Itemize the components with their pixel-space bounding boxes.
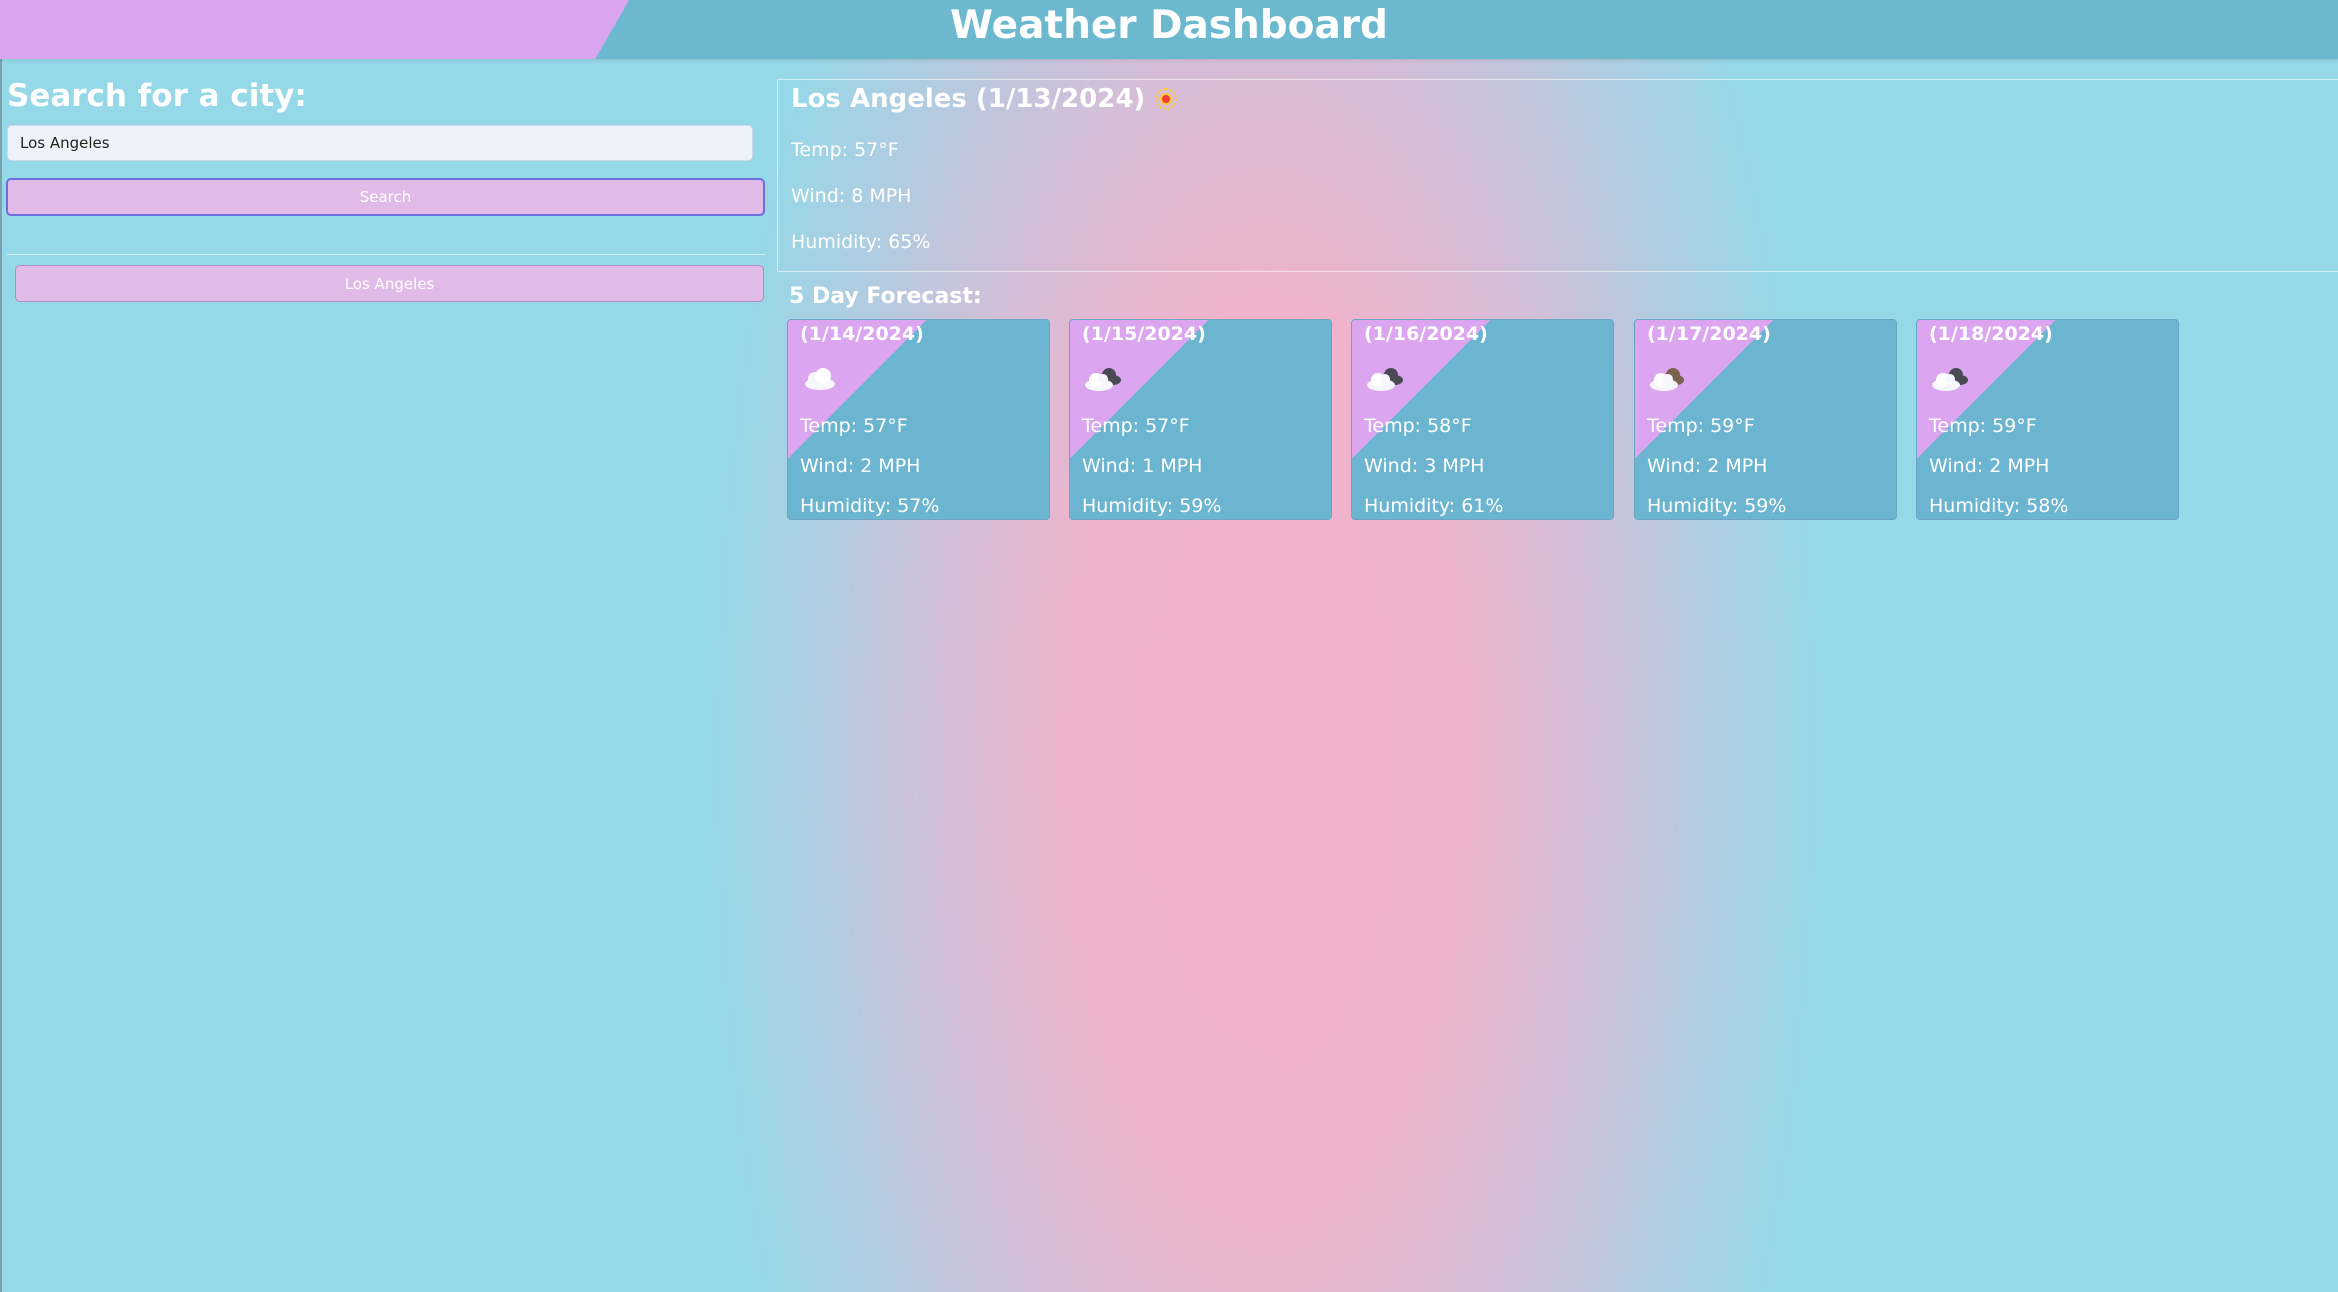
forecast-wind: Wind: 2 MPH: [800, 455, 921, 477]
current-weather-panel: Los Angeles (1/13/2024) Temp: 57°F Wind:…: [777, 79, 2338, 272]
forecast-date: (1/17/2024): [1647, 323, 1771, 345]
forecast-temp: Temp: 57°F: [1082, 415, 1190, 437]
app-header: Weather Dashboard: [0, 0, 2338, 59]
forecast-card: (1/14/2024) Temp: 57°F Wind: 2 MPH Humid…: [787, 319, 1050, 520]
forecast-card: (1/15/2024) Temp: 57°F Wind: 1 MPH Humid…: [1069, 319, 1332, 520]
forecast-humidity: Humidity: 58%: [1929, 495, 2069, 517]
forecast-date: (1/14/2024): [800, 323, 924, 345]
current-city-date: Los Angeles (1/13/2024): [791, 84, 1146, 114]
forecast-wind: Wind: 1 MPH: [1082, 455, 1203, 477]
current-wind: Wind: 8 MPH: [791, 185, 912, 207]
history-button-los-angeles[interactable]: Los Angeles: [15, 265, 764, 302]
forecast-card: (1/16/2024) Temp: 58°F Wind: 3 MPH Humid…: [1351, 319, 1614, 520]
dark-clouds-icon: [1367, 368, 1403, 391]
forecast-temp: Temp: 59°F: [1929, 415, 2037, 437]
forecast-humidity: Humidity: 61%: [1364, 495, 1504, 517]
forecast-temp: Temp: 57°F: [800, 415, 908, 437]
brown-clouds-icon: [1650, 368, 1684, 391]
forecast-temp: Temp: 58°F: [1364, 415, 1472, 437]
cloud-icon: [805, 368, 835, 390]
forecast-card: (1/18/2024) Temp: 59°F Wind: 2 MPH Humid…: [1916, 319, 2179, 520]
dark-clouds-icon: [1085, 368, 1121, 391]
forecast-humidity: Humidity: 59%: [1647, 495, 1787, 517]
sun-icon: [1155, 88, 1178, 110]
left-edge-line: [0, 59, 2, 1292]
forecast-date: (1/18/2024): [1929, 323, 2053, 345]
forecast-wind: Wind: 2 MPH: [1647, 455, 1768, 477]
search-button[interactable]: Search: [6, 178, 765, 216]
forecast-date: (1/15/2024): [1082, 323, 1206, 345]
forecast-heading: 5 Day Forecast:: [789, 284, 982, 309]
forecast-wind: Wind: 2 MPH: [1929, 455, 2050, 477]
search-heading: Search for a city:: [7, 78, 307, 114]
forecast-date: (1/16/2024): [1364, 323, 1488, 345]
dark-clouds-icon: [1932, 368, 1968, 391]
current-temp: Temp: 57°F: [791, 139, 899, 161]
forecast-card: (1/17/2024) Temp: 59°F Wind: 2 MPH Humid…: [1634, 319, 1897, 520]
forecast-humidity: Humidity: 57%: [800, 495, 940, 517]
forecast-humidity: Humidity: 59%: [1082, 495, 1222, 517]
current-weather-title: Los Angeles (1/13/2024): [791, 84, 1178, 114]
current-humidity: Humidity: 65%: [791, 231, 931, 253]
sidebar-divider: [7, 254, 765, 255]
page-title: Weather Dashboard: [950, 3, 1388, 48]
forecast-temp: Temp: 59°F: [1647, 415, 1755, 437]
city-search-input[interactable]: [7, 125, 753, 161]
forecast-wind: Wind: 3 MPH: [1364, 455, 1485, 477]
